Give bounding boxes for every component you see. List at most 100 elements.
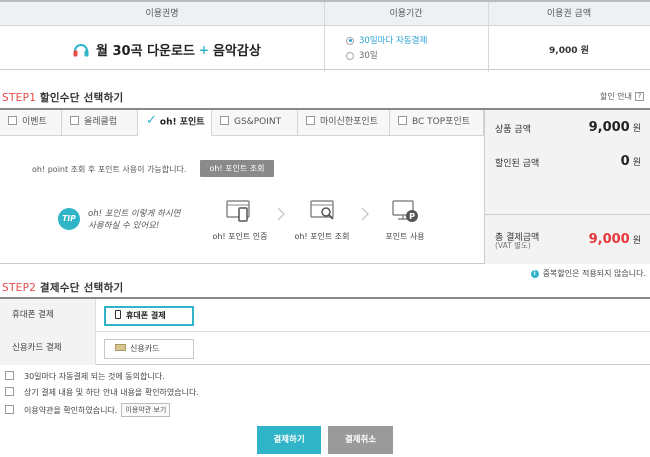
cancel-payment-button[interactable]: 결제취소	[328, 426, 393, 454]
summary-value: 9,000 원	[589, 232, 641, 247]
tab-label: BC TOP포인트	[412, 117, 471, 127]
payment-option-label: 신용카드	[130, 344, 160, 353]
radio-icon[interactable]	[346, 51, 354, 60]
checkbox-icon[interactable]	[306, 116, 315, 125]
flow-step-label: oh! 포인트 인증	[212, 232, 268, 241]
flow-step-label: oh! 포인트 조회	[294, 232, 350, 241]
checkbox-icon[interactable]	[70, 116, 79, 125]
header-product-name: 이용권명	[145, 9, 179, 19]
oh-point-panel: oh! point 조회 후 포인트 사용이 가능합니다. oh! 포인트 조회…	[0, 136, 484, 264]
payment-row-card: 신용카드 결제 신용카드	[0, 332, 650, 365]
discount-help-link[interactable]: 할인 안내 ?	[600, 91, 644, 102]
help-label: 할인 안내	[600, 92, 632, 101]
payment-row-phone: 휴대폰 결제 휴대폰 결제	[0, 299, 650, 332]
payment-row-label: 신용카드 결제	[0, 332, 96, 365]
notice-text: 중복할인은 적용되지 않습니다.	[542, 269, 646, 278]
tab-event[interactable]: 이벤트	[0, 110, 62, 136]
agree-terms[interactable]: 이용약관을 확인하였습니다. 이용약관 보기	[5, 403, 171, 417]
flow-step-label: 포인트 사용	[385, 232, 425, 241]
period-option-label: 30일	[359, 51, 378, 61]
period-option-auto[interactable]: 30일마다 자동결제	[346, 34, 427, 46]
agreement-text: 상기 결제 내용 및 하단 안내 내용을 확인하였습니다.	[24, 388, 199, 397]
checkbox-icon[interactable]	[5, 404, 14, 414]
tab-oh-point[interactable]: ✓ oh! 포인트	[138, 110, 212, 136]
period-option-30days[interactable]: 30일	[346, 49, 378, 61]
period-option-label: 30일마다 자동결제	[359, 36, 428, 46]
chevron-right-icon	[360, 206, 370, 225]
step1-text: 할인수단 선택하기	[39, 92, 124, 104]
checkbox-icon[interactable]	[220, 116, 229, 125]
phone-payment-button[interactable]: 휴대폰 결제	[104, 306, 194, 326]
agree-auto-payment[interactable]: 30일마다 자동결제 되는 것에 동의합니다.	[5, 371, 165, 382]
summary-label: 상품 금액	[495, 125, 531, 135]
question-icon: ?	[635, 92, 644, 101]
summary-value: 9,000 원	[589, 120, 641, 135]
discount-tabs: 이벤트 올레클럽 ✓ oh! 포인트 GS&POINT 마이신한포인트 BC TO…	[0, 110, 484, 136]
step2-text: 결제수단 선택하기	[39, 282, 124, 294]
agreement-text: 이용약관을 확인하였습니다.	[24, 405, 118, 415]
summary-label: 할인된 금액	[495, 159, 540, 169]
tab-label: 올레클럽	[84, 117, 118, 127]
payment-row-label: 휴대폰 결제	[0, 299, 96, 332]
view-terms-button[interactable]: 이용약관 보기	[121, 403, 171, 417]
currency-unit: 원	[632, 124, 641, 134]
tab-label: 이벤트	[22, 117, 47, 127]
tab-my-shinhan-point[interactable]: 마이신한포인트	[298, 110, 390, 136]
radio-selected-icon[interactable]	[346, 36, 354, 45]
payment-option-label: 휴대폰 결제	[126, 311, 166, 320]
pay-button[interactable]: 결제하기	[257, 426, 321, 454]
total-amount-value: 9,000	[588, 232, 630, 247]
summary-value: 0원	[621, 154, 641, 169]
card-payment-button[interactable]: 신용카드	[104, 339, 194, 359]
tip-line: oh! 포인트 이렇게 하시면	[88, 209, 181, 219]
product-price: 9,000 원	[549, 46, 589, 56]
duplicate-discount-notice: i 중복할인은 적용되지 않습니다.	[530, 268, 646, 279]
product-name: 월 30곡 다운로드 + 음악감상	[72, 40, 261, 59]
headset-icon	[72, 42, 90, 58]
credit-card-icon	[115, 344, 126, 351]
product-table-header: 이용권명 이용기간 이용권 금액	[0, 2, 650, 26]
tab-olleh-club[interactable]: 올레클럽	[62, 110, 138, 136]
step1-title: STEP1 할인수단 선택하기	[2, 90, 124, 105]
checkbox-icon[interactable]	[8, 116, 17, 125]
oh-point-query-button[interactable]: oh! 포인트 조회	[200, 160, 274, 177]
checkbox-icon[interactable]	[398, 116, 407, 125]
step2-title: STEP2 결제수단 선택하기	[2, 280, 124, 295]
step1-number: STEP1	[2, 92, 37, 104]
currency-unit: 원	[632, 158, 641, 168]
product-name-extra: 음악감상	[212, 44, 261, 59]
checkbox-icon[interactable]	[5, 371, 14, 380]
product-row: 월 30곡 다운로드 + 음악감상 30일마다 자동결제 30일 9,000 원	[0, 26, 650, 72]
product-amount-value: 9,000	[588, 120, 630, 135]
point-note: oh! point 조회 후 포인트 사용이 가능합니다.	[32, 165, 187, 174]
currency-unit: 원	[632, 236, 641, 246]
device-icon	[226, 200, 252, 225]
tab-label: 마이신한포인트	[320, 117, 378, 127]
discount-section: 이벤트 올레클럽 ✓ oh! 포인트 GS&POINT 마이신한포인트 BC TO…	[0, 108, 650, 264]
header-price: 이용권 금액	[546, 9, 592, 19]
info-icon: i	[530, 269, 539, 278]
plus-sign: +	[198, 42, 209, 57]
tab-label: GS&POINT	[234, 117, 282, 127]
phone-icon	[115, 310, 121, 319]
svg-text:P: P	[409, 212, 415, 221]
agreement-text: 30일마다 자동결제 되는 것에 동의합니다.	[24, 372, 165, 381]
agree-payment-details[interactable]: 상기 결제 내용 및 하단 안내 내용을 확인하였습니다.	[5, 387, 199, 398]
vat-note: (VAT 별도)	[495, 241, 531, 250]
checkmark-icon[interactable]: ✓	[146, 109, 157, 133]
product-table: 이용권명 이용기간 이용권 금액 월 30곡 다운로드 + 음악감상 30일마다…	[0, 0, 650, 72]
summary-divider	[485, 214, 650, 215]
tab-bc-top-point[interactable]: BC TOP포인트	[390, 110, 484, 136]
payment-summary: 상품 금액 9,000 원 할인된 금액 0원 총 결제금액 9,000 원 (VA…	[484, 110, 650, 264]
tab-gs-point[interactable]: GS&POINT	[212, 110, 298, 136]
tip-badge: TIP	[58, 208, 80, 230]
tab-label: oh! 포인트	[159, 117, 205, 128]
point-use-icon: P	[392, 200, 420, 227]
header-period: 이용기간	[389, 9, 423, 19]
payment-method-section: 휴대폰 결제 휴대폰 결제 신용카드 결제 신용카드	[0, 297, 650, 365]
chevron-right-icon	[276, 206, 286, 225]
tip-line: 사용하실 수 있어요!	[88, 221, 160, 231]
discount-amount-value: 0	[620, 154, 630, 169]
tip-text: oh! 포인트 이렇게 하시면 사용하실 수 있어요!	[88, 208, 180, 232]
checkbox-icon[interactable]	[5, 387, 14, 396]
